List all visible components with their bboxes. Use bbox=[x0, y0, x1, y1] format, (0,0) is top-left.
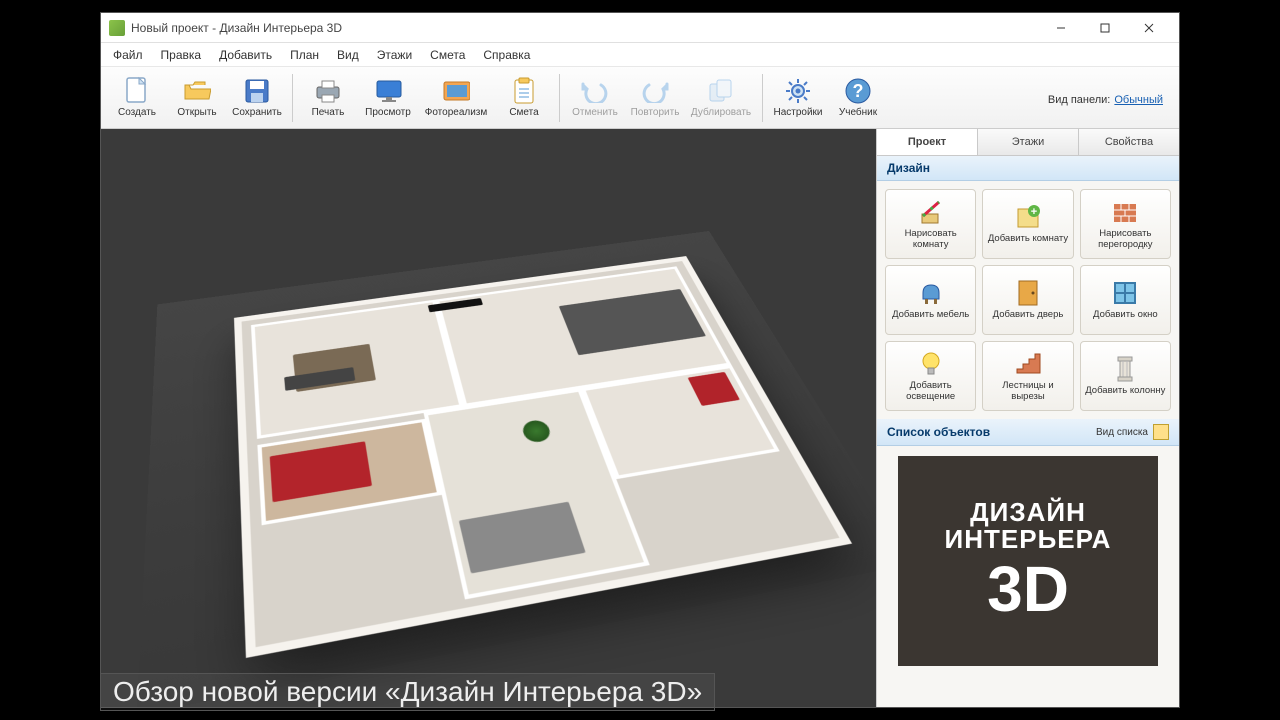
door-icon bbox=[1014, 279, 1042, 307]
save-button[interactable]: Сохранить bbox=[227, 70, 287, 126]
photoreal-button[interactable]: Фотореализм bbox=[418, 70, 494, 126]
window-title: Новый проект - Дизайн Интерьера 3D bbox=[131, 21, 1039, 35]
stairs-button[interactable]: Лестницы и вырезы bbox=[982, 341, 1073, 411]
menu-plan[interactable]: План bbox=[282, 45, 327, 65]
column-icon bbox=[1111, 355, 1139, 383]
floorplan-render bbox=[137, 231, 877, 707]
promo-line1: ДИЗАЙН bbox=[970, 499, 1086, 526]
svg-text:?: ? bbox=[853, 81, 864, 101]
maximize-button[interactable] bbox=[1083, 13, 1127, 43]
separator bbox=[292, 74, 293, 122]
bulb-icon bbox=[917, 350, 945, 378]
3d-viewport[interactable] bbox=[101, 129, 877, 707]
menu-help[interactable]: Справка bbox=[475, 45, 538, 65]
panel-view-link[interactable]: Обычный bbox=[1114, 94, 1163, 106]
maximize-icon bbox=[1100, 23, 1110, 33]
draw-room-button[interactable]: Нарисовать комнату bbox=[885, 189, 976, 259]
panel-view-label: Вид панели: bbox=[1048, 94, 1110, 106]
menu-edit[interactable]: Правка bbox=[153, 45, 210, 65]
add-door-button[interactable]: Добавить дверь bbox=[982, 265, 1073, 335]
chair-icon bbox=[917, 279, 945, 307]
room-plus-icon: + bbox=[1014, 203, 1042, 231]
tab-floors[interactable]: Этажи bbox=[978, 129, 1079, 155]
new-file-icon bbox=[123, 77, 151, 105]
list-view-label: Вид списка bbox=[1096, 427, 1148, 438]
monitor-icon bbox=[374, 77, 402, 105]
redo-button[interactable]: Повторить bbox=[625, 70, 685, 126]
promo-banner: ДИЗАЙН ИНТЕРЬЕРА 3D bbox=[898, 456, 1158, 666]
help-icon: ? bbox=[844, 77, 872, 105]
duplicate-button[interactable]: Дублировать bbox=[685, 70, 757, 126]
close-button[interactable] bbox=[1127, 13, 1171, 43]
brick-wall-icon bbox=[1111, 198, 1139, 226]
design-tools-grid: Нарисовать комнату + Добавить комнату На… bbox=[877, 181, 1179, 419]
add-room-button[interactable]: + Добавить комнату bbox=[982, 189, 1073, 259]
undo-button[interactable]: Отменить bbox=[565, 70, 625, 126]
add-furniture-button[interactable]: Добавить мебель bbox=[885, 265, 976, 335]
menu-floors[interactable]: Этажи bbox=[369, 45, 420, 65]
promo-line2: ИНТЕРЬЕРА bbox=[945, 526, 1112, 553]
side-panel: Проект Этажи Свойства Дизайн Нарисовать … bbox=[877, 129, 1179, 707]
add-lighting-button[interactable]: Добавить освещение bbox=[885, 341, 976, 411]
settings-button[interactable]: Настройки bbox=[768, 70, 828, 126]
separator bbox=[559, 74, 560, 122]
pencil-room-icon bbox=[917, 198, 945, 226]
menubar: Файл Правка Добавить План Вид Этажи Смет… bbox=[101, 43, 1179, 67]
create-button[interactable]: Создать bbox=[107, 70, 167, 126]
add-column-button[interactable]: Добавить колонну bbox=[1080, 341, 1171, 411]
draw-wall-button[interactable]: Нарисовать перегородку bbox=[1080, 189, 1171, 259]
save-icon bbox=[243, 77, 271, 105]
window-icon bbox=[1111, 279, 1139, 307]
menu-file[interactable]: Файл bbox=[105, 45, 151, 65]
svg-text:+: + bbox=[1031, 206, 1037, 218]
view-button[interactable]: Просмотр bbox=[358, 70, 418, 126]
tab-properties[interactable]: Свойства bbox=[1079, 129, 1179, 155]
objects-list-header: Список объектов Вид списка bbox=[877, 419, 1179, 446]
gear-icon bbox=[784, 77, 812, 105]
video-caption: Обзор новой версии «Дизайн Интерьера 3D» bbox=[100, 673, 715, 711]
menu-view[interactable]: Вид bbox=[329, 45, 367, 65]
stairs-icon bbox=[1014, 350, 1042, 378]
objects-list: ДИЗАЙН ИНТЕРЬЕРА 3D bbox=[877, 446, 1179, 707]
app-window: Новый проект - Дизайн Интерьера 3D Файл … bbox=[100, 12, 1180, 708]
minimize-button[interactable] bbox=[1039, 13, 1083, 43]
design-section-header: Дизайн bbox=[877, 156, 1179, 181]
open-button[interactable]: Открыть bbox=[167, 70, 227, 126]
print-button[interactable]: Печать bbox=[298, 70, 358, 126]
folder-open-icon bbox=[183, 77, 211, 105]
photorealism-icon bbox=[442, 77, 470, 105]
estimate-button[interactable]: Смета bbox=[494, 70, 554, 126]
close-icon bbox=[1144, 23, 1154, 33]
menu-estimate[interactable]: Смета bbox=[422, 45, 473, 65]
titlebar: Новый проект - Дизайн Интерьера 3D bbox=[101, 13, 1179, 43]
list-view-toggle-icon[interactable] bbox=[1153, 424, 1169, 440]
separator bbox=[762, 74, 763, 122]
toolbar: Создать Открыть Сохранить Печать bbox=[101, 67, 1179, 129]
redo-icon bbox=[641, 77, 669, 105]
tutorial-button[interactable]: ? Учебник bbox=[828, 70, 888, 126]
clipboard-icon bbox=[510, 77, 538, 105]
menu-add[interactable]: Добавить bbox=[211, 45, 280, 65]
add-window-button[interactable]: Добавить окно bbox=[1080, 265, 1171, 335]
panel-view-selector: Вид панели: Обычный bbox=[1048, 90, 1173, 106]
promo-line3: 3D bbox=[987, 556, 1069, 623]
undo-icon bbox=[581, 77, 609, 105]
tab-project[interactable]: Проект bbox=[877, 129, 978, 155]
duplicate-icon bbox=[707, 77, 735, 105]
printer-icon bbox=[314, 77, 342, 105]
minimize-icon bbox=[1056, 23, 1066, 33]
app-icon bbox=[109, 20, 125, 36]
